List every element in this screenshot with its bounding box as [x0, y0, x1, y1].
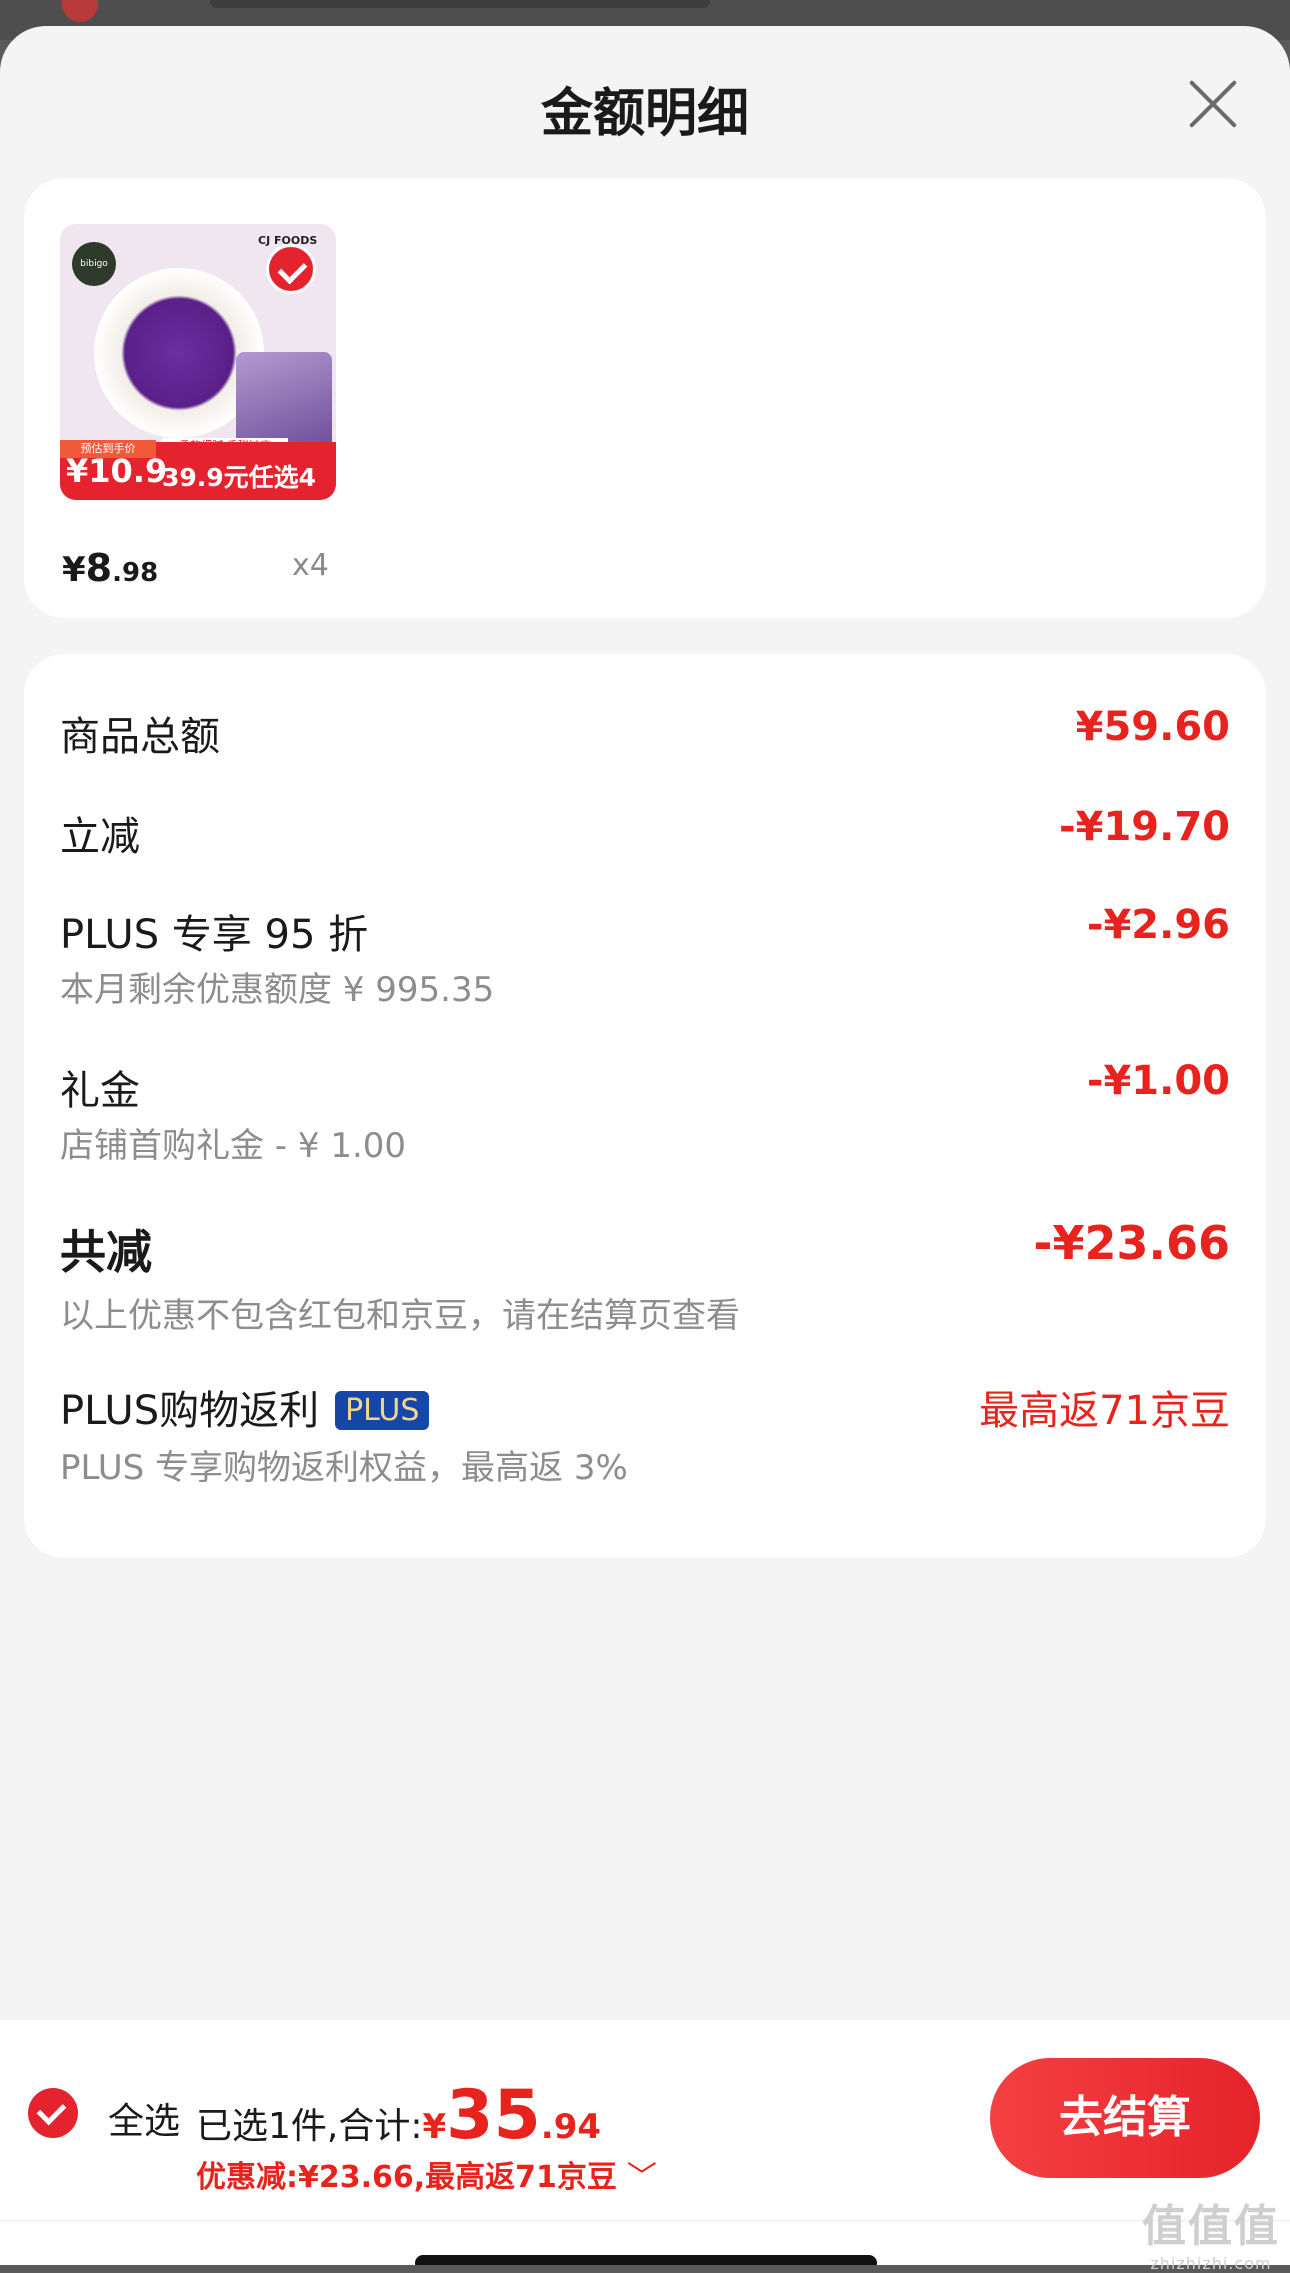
instant-discount-amount: -¥19.70 — [1059, 804, 1230, 850]
goods-total-amount: ¥59.60 — [1075, 704, 1230, 750]
total-symbol: ¥ — [422, 2107, 447, 2147]
discount-line-text: 优惠减:¥23.66,最高返71京豆 — [196, 2160, 617, 2195]
total-integer: 35 — [446, 2076, 541, 2155]
plus-discount-sub: 本月剩余优惠额度 ¥ 995.35 — [60, 970, 495, 1010]
select-all-label[interactable]: 全选 — [108, 2092, 180, 2144]
plus-rebate-label-wrap: PLUS购物返利 PLUS — [60, 1378, 430, 1436]
product-card: bibigo CJ FOODS 柔软细腻 香甜过瘾 预估到手价 ¥10.9 39… — [24, 178, 1266, 618]
close-icon[interactable] — [1185, 76, 1241, 132]
home-indicator[interactable] — [415, 2255, 877, 2265]
gift-label: 礼金 — [60, 1068, 140, 1114]
plus-discount-label: PLUS 专享 95 折 — [60, 912, 369, 958]
background-title-bar — [210, 0, 710, 8]
product-price: ¥8.98 — [62, 546, 158, 590]
amount-details-sheet: 金额明细 bibigo CJ FOODS 柔软细腻 香甜过瘾 预估到手价 ¥10… — [0, 26, 1290, 2265]
product-image[interactable]: bibigo CJ FOODS 柔软细腻 香甜过瘾 预估到手价 ¥10.9 39… — [60, 224, 336, 500]
watermark-logo: 值值值 zhizhizhi.com — [1142, 2190, 1280, 2273]
thumb-promo-bar: 预估到手价 ¥10.9 39.9元任选4件 — [60, 440, 336, 500]
checkout-bar: 全选 已选1件,合计:¥35.94 优惠减:¥23.66,最高返71京豆 ﹀ 去结… — [0, 2020, 1290, 2265]
instant-discount-label: 立减 — [60, 814, 140, 860]
total-amount: ¥35.94 — [422, 2076, 602, 2155]
total-discount-label: 共减 — [60, 1225, 152, 1279]
selected-summary: 已选1件,合计:¥35.94 — [196, 2076, 601, 2155]
gift-amount: -¥1.00 — [1086, 1058, 1230, 1104]
watermark-main: 值值值 — [1142, 2201, 1280, 2252]
sheet-header: 金额明细 — [0, 26, 1290, 176]
selected-check-icon[interactable] — [266, 244, 316, 294]
chevron-down-icon: ﹀ — [626, 2160, 657, 2195]
sheet-title: 金额明细 — [540, 84, 749, 144]
goods-total-label: 商品总额 — [60, 714, 220, 760]
thumb-price: ¥10.9 — [66, 452, 168, 490]
background-app-icon — [62, 0, 98, 22]
selected-count-text: 已选1件,合计: — [196, 2106, 423, 2147]
plus-rebate-label: PLUS购物返利 — [60, 1388, 320, 1434]
plus-rebate-sub: PLUS 专享购物返利权益，最高返 3% — [60, 1448, 628, 1488]
total-discount-sub: 以上优惠不包含红包和京豆，请在结算页查看 — [60, 1296, 740, 1336]
product-quantity: x4 — [292, 548, 329, 583]
price-decimal: .98 — [112, 558, 159, 588]
checkout-button[interactable]: 去结算 — [990, 2058, 1260, 2178]
divider — [0, 2220, 1290, 2221]
plus-rebate-amount: 最高返71京豆 — [979, 1388, 1230, 1434]
watermark-url: zhizhizhi.com — [1150, 2254, 1272, 2273]
plus-discount-amount: -¥2.96 — [1086, 902, 1230, 948]
select-all-check-icon[interactable] — [28, 2088, 78, 2138]
brand-logo: bibigo — [72, 242, 116, 286]
gift-sub: 店铺首购礼金 - ¥ 1.00 — [60, 1126, 407, 1166]
price-integer: 8 — [85, 546, 113, 590]
total-decimal: .94 — [540, 2107, 602, 2147]
package-image — [236, 352, 332, 448]
discount-detail-toggle[interactable]: 优惠减:¥23.66,最高返71京豆 ﹀ — [196, 2152, 657, 2196]
thumb-offer: 39.9元任选4件 — [162, 463, 317, 500]
total-discount-amount: -¥23.66 — [1033, 1216, 1230, 1270]
plus-badge: PLUS — [335, 1391, 430, 1430]
summary-card: 商品总额 ¥59.60 立减 -¥19.70 PLUS 专享 95 折 -¥2.… — [24, 654, 1266, 1558]
price-symbol: ¥ — [62, 550, 86, 590]
